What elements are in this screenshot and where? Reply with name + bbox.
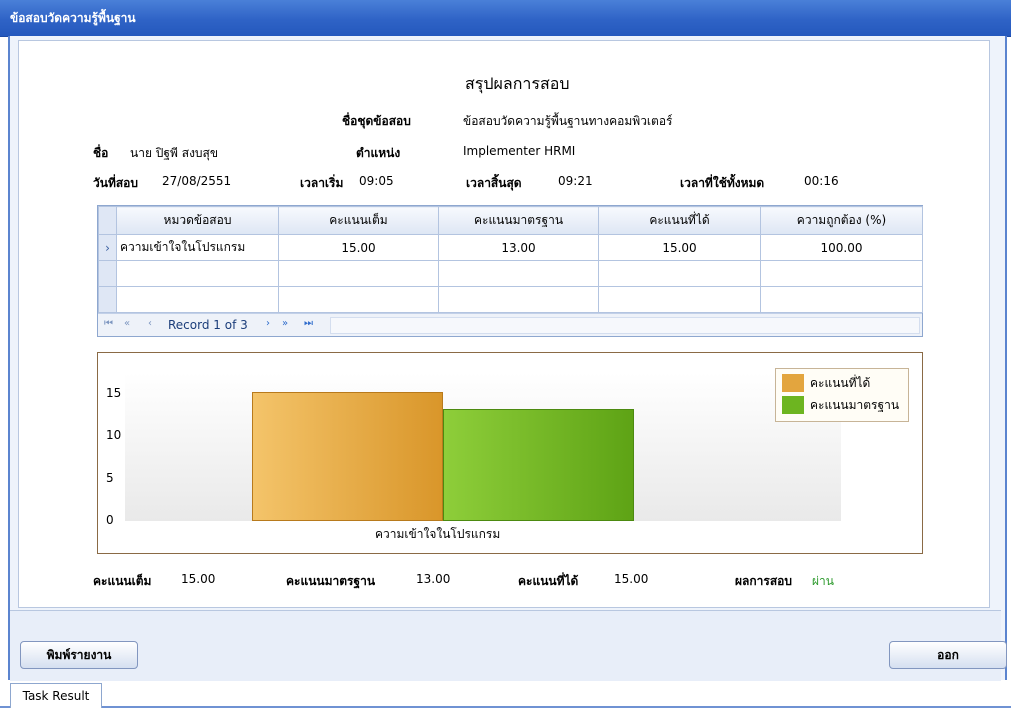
grid-cell[interactable] [598,286,761,313]
exam-set-value: ข้อสอบวัดความรู้พื้นฐานทางคอมพิวเตอร์ [463,114,673,128]
legend-label-score: คะแนนที่ได้ [810,375,871,390]
grid-header-accuracy[interactable]: ความถูกต้อง (%) [760,206,923,235]
total-time-value: 00:16 [804,174,839,188]
chart-bar-score [252,392,443,521]
y-tick-label: 15 [106,386,122,401]
exam-set-label: ชื่อชุดข้อสอบ [342,114,411,128]
report-title: สรุปผลการสอบ [465,74,570,93]
table-row[interactable] [98,286,923,313]
summary-result-value: ผ่าน [812,574,834,588]
start-time-label: เวลาเริ่ม [300,176,344,190]
summary-full-value: 15.00 [181,572,216,586]
summary-score-label: คะแนนที่ได้ [518,574,579,588]
row-indicator-icon: › [98,234,117,261]
grid-navigator: ⏮ « ‹ Record 1 of 3 › » ⏭ [98,313,922,336]
grid-cell[interactable] [278,286,439,313]
grid-cell[interactable] [438,286,599,313]
total-time-label: เวลาที่ใช้ทั้งหมด [680,176,765,190]
summary-standard-value: 13.00 [416,572,451,586]
exam-date-value: 27/08/2551 [162,174,232,188]
summary-standard-label: คะแนนมาตรฐาน [286,574,376,588]
record-indicator: Record 1 of 3 [168,318,248,332]
button-bar [10,610,1001,681]
grid-cell[interactable]: 100.00 [760,234,923,261]
exit-button[interactable]: ออก [889,641,1007,669]
name-value: นาย ปิฐพี สงบสุข [130,146,219,160]
grid-header-standard-score[interactable]: คะแนนมาตรฐาน [438,206,599,235]
nav-next-page-icon[interactable]: » [282,318,288,329]
nav-prev-icon[interactable]: ‹ [148,318,152,329]
table-row[interactable] [98,260,923,287]
row-indicator [98,260,117,287]
y-tick-label: 5 [106,470,114,485]
grid-cell[interactable] [116,260,279,287]
legend-item-score: คะแนนที่ได้ [782,373,870,393]
legend-swatch-score [782,374,804,392]
chart-legend: คะแนนที่ได้ คะแนนมาตรฐาน [775,368,909,422]
grid-cell[interactable]: 13.00 [438,234,599,261]
grid-cell[interactable] [116,286,279,313]
position-label: ตำแหน่ง [356,146,401,160]
print-report-button[interactable]: พิมพ์รายงาน [20,641,138,669]
window-titlebar: ข้อสอบวัดความรู้พื้นฐาน [0,0,1011,37]
grid-header-full-score[interactable]: คะแนนเต็ม [278,206,439,235]
grid-header-score[interactable]: คะแนนที่ได้ [598,206,761,235]
legend-label-standard: คะแนนมาตรฐาน [810,397,900,412]
table-row[interactable]: › ความเข้าใจในโปรแกรม 15.00 13.00 15.00 … [98,234,923,261]
score-chart: 0 5 10 15 ความเข้าใจในโปรแกรม คะแนนที่ได้ ค… [97,352,923,554]
position-value: Implementer HRMI [463,144,576,158]
summary-result-label: ผลการสอบ [735,574,792,588]
grid-cell[interactable] [598,260,761,287]
chart-plot-area [125,373,841,521]
start-time-value: 09:05 [359,174,394,188]
grid-header-row: หมวดข้อสอบ คะแนนเต็ม คะแนนมาตรฐาน คะแนนท… [98,206,923,235]
legend-swatch-standard [782,396,804,414]
results-grid: หมวดข้อสอบ คะแนนเต็ม คะแนนมาตรฐาน คะแนนท… [97,205,923,337]
horizontal-scrollbar[interactable] [330,317,920,334]
grid-cell[interactable] [278,260,439,287]
grid-cell[interactable]: 15.00 [598,234,761,261]
x-tick-label: ความเข้าใจในโปรแกรม [375,527,501,541]
legend-item-standard: คะแนนมาตรฐาน [782,395,899,415]
y-tick-label: 0 [106,513,114,527]
grid-header-category[interactable]: หมวดข้อสอบ [116,206,279,235]
chart-bar-standard [443,409,634,521]
nav-first-icon[interactable]: ⏮ [104,318,113,329]
grid-cell[interactable]: ความเข้าใจในโปรแกรม [116,234,279,261]
end-time-label: เวลาสิ้นสุด [466,176,522,190]
y-tick-label: 10 [106,428,122,443]
window-title: ข้อสอบวัดความรู้พื้นฐาน [10,11,136,25]
grid-cell[interactable]: 15.00 [278,234,439,261]
grid-cell[interactable] [760,260,923,287]
summary-score-value: 15.00 [614,572,649,586]
grid-corner [98,206,117,235]
row-indicator [98,286,117,313]
nav-last-icon[interactable]: ⏭ [304,318,313,329]
nav-prev-page-icon[interactable]: « [124,318,130,329]
grid-cell[interactable] [760,286,923,313]
grid-cell[interactable] [438,260,599,287]
tab-task-result[interactable]: Task Result [10,683,102,708]
name-label: ชื่อ [93,146,109,160]
nav-next-icon[interactable]: › [266,318,270,329]
exam-date-label: วันที่สอบ [93,176,138,190]
summary-full-label: คะแนนเต็ม [93,574,152,588]
end-time-value: 09:21 [558,174,593,188]
